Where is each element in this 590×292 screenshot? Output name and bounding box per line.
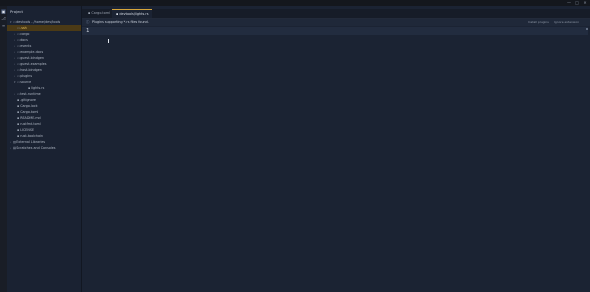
tree-item-label: docs bbox=[20, 38, 28, 42]
tree-item-label: guest-bindgen bbox=[20, 56, 44, 60]
file-icon: ▪ bbox=[116, 12, 119, 16]
tree-item-label: README.md bbox=[20, 116, 41, 120]
info-icon: ⓘ bbox=[86, 20, 90, 24]
editor-area: ▪ Cargo.toml ▪ devtools/lights.rs ⓘ Plug… bbox=[82, 6, 590, 292]
tab-cargo-toml[interactable]: ▪ Cargo.toml bbox=[84, 9, 114, 18]
tree-item-label: Cargo.lock bbox=[20, 104, 38, 108]
project-panel: Project ▾▭devtools - /home/dev/tools ▭.ss… bbox=[7, 6, 82, 292]
tree-item-label: guest-examples bbox=[20, 62, 47, 66]
tab-lights-rs[interactable]: ▪ devtools/lights.rs bbox=[112, 9, 153, 18]
tree-item-label: .ssh bbox=[20, 26, 27, 30]
tab-label: devtools/lights.rs bbox=[119, 12, 149, 16]
scrollbar-marker[interactable] bbox=[586, 28, 588, 30]
tree-item-label: Scratches and Consoles bbox=[16, 146, 56, 150]
tree-item-label: Cargo.toml bbox=[20, 110, 39, 114]
tree-item-label: source bbox=[20, 80, 32, 84]
project-tree: ▾▭devtools - /home/dev/tools ▭.ssh › ▭cargo… bbox=[7, 19, 81, 151]
tree-item-label: External Libraries bbox=[16, 140, 46, 144]
editor-tabs: ▪ Cargo.toml ▪ devtools/lights.rs bbox=[82, 9, 590, 19]
tab-label: Cargo.toml bbox=[91, 11, 111, 15]
install-plugins-link[interactable]: Install plugins bbox=[528, 19, 549, 26]
tree-item-label: devtools - /home/dev/tools bbox=[16, 20, 61, 24]
plugin-notification-banner: ⓘ Plugins supporting *.rs files found. I… bbox=[82, 19, 590, 26]
ignore-extension-link[interactable]: Ignore extension bbox=[554, 19, 579, 26]
file-icon: ▪ bbox=[88, 11, 91, 15]
tree-item-label: host-bindgen bbox=[20, 68, 42, 72]
tree-item-label: lights.rs bbox=[31, 86, 45, 90]
commit-tool-icon[interactable]: ⎇ bbox=[1, 16, 6, 21]
tree-item-label: .gitignore bbox=[20, 98, 36, 102]
banner-message: Plugins supporting *.rs files found. bbox=[92, 20, 149, 24]
tree-item-label: plugins bbox=[20, 74, 33, 78]
project-tool-icon[interactable]: ▣ bbox=[1, 9, 6, 14]
tree-item-label: example-docs bbox=[20, 50, 44, 54]
tree-item[interactable]: › ▤Scratches and Consoles bbox=[7, 145, 81, 151]
tree-item-label: test-runtime bbox=[20, 92, 41, 96]
line-number: 1 bbox=[86, 28, 90, 34]
text-cursor[interactable] bbox=[108, 39, 110, 43]
structure-tool-icon[interactable]: ≡ bbox=[1, 23, 6, 28]
tree-item-label: rustfmt.toml bbox=[20, 122, 41, 126]
tree-item-label: events bbox=[20, 44, 32, 48]
tree-item-label: cargo bbox=[20, 32, 30, 36]
project-panel-title[interactable]: Project bbox=[10, 9, 23, 14]
current-line-highlight bbox=[82, 27, 588, 35]
tree-item-label: LICENSE bbox=[20, 128, 35, 132]
tree-item-label: rust-toolchain bbox=[20, 134, 44, 138]
